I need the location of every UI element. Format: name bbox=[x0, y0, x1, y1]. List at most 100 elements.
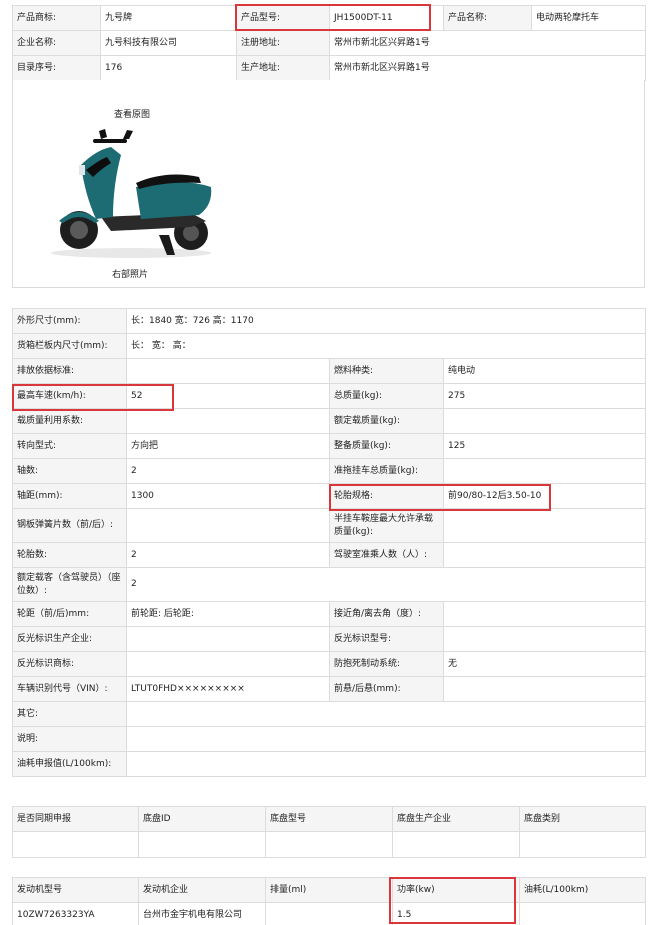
chassis-cell bbox=[519, 831, 646, 858]
chassis-cell bbox=[138, 831, 266, 858]
approach-angle-label: 接近角/离去角（度）: bbox=[329, 601, 444, 627]
dims-value: 长：1840 宽：726 高：1170 bbox=[126, 308, 646, 334]
spring-label: 钢板弹簧片数（前/后）: bbox=[12, 508, 127, 543]
reflector-model-value bbox=[443, 626, 646, 652]
engine-company-value: 台州市金宇机电有限公司 bbox=[138, 902, 266, 925]
rated-load-value bbox=[443, 408, 646, 434]
wheelbase-label: 轴距(mm): bbox=[12, 483, 127, 509]
photo-panel: 查看原图 右部照片 bbox=[12, 80, 645, 288]
company-value: 九号科技有限公司 bbox=[100, 30, 237, 56]
other-value bbox=[126, 701, 646, 727]
cargo-label: 货箱栏板内尺寸(mm): bbox=[12, 333, 127, 359]
chassis-header: 底盘生产企业 bbox=[392, 806, 520, 832]
engine-fuel-value bbox=[519, 902, 646, 925]
brand-value: 九号牌 bbox=[100, 5, 237, 31]
trailer-mass-value bbox=[443, 458, 646, 484]
prod-address-value: 常州市新北区兴昇路1号 bbox=[329, 55, 646, 81]
dims-label: 外形尺寸(mm): bbox=[12, 308, 127, 334]
chassis-header: 是否同期申报 bbox=[12, 806, 139, 832]
tire-count-value: 2 bbox=[126, 542, 330, 568]
cab-passengers-value bbox=[443, 542, 646, 568]
reflector-brand-label: 反光标识商标: bbox=[12, 651, 127, 677]
prod-address-label: 生产地址: bbox=[236, 55, 330, 81]
catalog-value: 176 bbox=[100, 55, 237, 81]
emission-value bbox=[126, 358, 330, 384]
engine-model-value: 10ZW7263323YA bbox=[12, 902, 139, 925]
tire-spec-value: 前90/80-12后3.50-10 bbox=[443, 483, 646, 509]
model-label: 产品型号: bbox=[236, 5, 330, 31]
cab-passengers-label: 驾驶室准乘人数（人）: bbox=[329, 542, 444, 568]
note-label: 说明: bbox=[12, 726, 127, 752]
chassis-cell bbox=[392, 831, 520, 858]
fuel-type-value: 纯电动 bbox=[443, 358, 646, 384]
chassis-header: 底盘ID bbox=[138, 806, 266, 832]
saddle-load-label: 半挂车鞍座最大允许承载质量(kg): bbox=[329, 508, 444, 543]
chassis-header: 底盘型号 bbox=[265, 806, 393, 832]
abs-value: 无 bbox=[443, 651, 646, 677]
load-coef-value bbox=[126, 408, 330, 434]
reg-address-label: 注册地址: bbox=[236, 30, 330, 56]
axles-label: 轴数: bbox=[12, 458, 127, 484]
total-mass-label: 总质量(kg): bbox=[329, 383, 444, 409]
trailer-mass-label: 准拖挂车总质量(kg): bbox=[329, 458, 444, 484]
product-name-label: 产品名称: bbox=[443, 5, 532, 31]
overhang-value bbox=[443, 676, 646, 702]
engine-table: 发动机型号 发动机企业 排量(ml) 功率(kw) 油耗(L/100km) 10… bbox=[12, 877, 646, 925]
max-speed-value: 52 bbox=[126, 383, 330, 409]
cargo-value: 长： 宽： 高： bbox=[126, 333, 646, 359]
track-label: 轮距（前/后)mm: bbox=[12, 601, 127, 627]
photo-caption: 右部照片 bbox=[112, 270, 149, 280]
curb-mass-value: 125 bbox=[443, 433, 646, 459]
brand-label: 产品商标: bbox=[12, 5, 101, 31]
scooter-photo[interactable] bbox=[41, 125, 221, 260]
abs-label: 防抱死制动系统: bbox=[329, 651, 444, 677]
reflector-maker-value bbox=[126, 626, 330, 652]
engine-header: 发动机企业 bbox=[138, 877, 266, 903]
total-mass-value: 275 bbox=[443, 383, 646, 409]
axles-value: 2 bbox=[126, 458, 330, 484]
rated-load-label: 额定载质量(kg): bbox=[329, 408, 444, 434]
engine-power-value: 1.5 bbox=[392, 902, 520, 925]
load-coef-label: 载质量利用系数: bbox=[12, 408, 127, 434]
engine-header: 发动机型号 bbox=[12, 877, 139, 903]
rated-seats-value: 2 bbox=[126, 567, 646, 602]
emission-label: 排放依据标准: bbox=[12, 358, 127, 384]
engine-header: 排量(ml) bbox=[265, 877, 393, 903]
engine-header: 功率(kw) bbox=[392, 877, 520, 903]
max-speed-label: 最高车速(km/h): bbox=[12, 383, 127, 409]
catalog-label: 目录序号: bbox=[12, 55, 101, 81]
tire-spec-label: 轮胎规格: bbox=[329, 483, 444, 509]
saddle-load-value bbox=[443, 508, 646, 543]
reg-address-value: 常州市新北区兴昇路1号 bbox=[329, 30, 646, 56]
steering-value: 方向把 bbox=[126, 433, 330, 459]
spec-table: 外形尺寸(mm): 长：1840 宽：726 高：1170 货箱栏板内尺寸(mm… bbox=[12, 308, 646, 777]
tire-count-label: 轮胎数: bbox=[12, 542, 127, 568]
view-original-link[interactable]: 查看原图 bbox=[112, 107, 152, 120]
product-info-table: 产品商标: 九号牌 产品型号: JH1500DT-11 产品名称: 电动两轮摩托… bbox=[12, 5, 646, 81]
note-value bbox=[126, 726, 646, 752]
chassis-cell bbox=[265, 831, 393, 858]
fuel-consumption-label: 油耗申报值(L/100km): bbox=[12, 751, 127, 777]
fuel-consumption-value bbox=[126, 751, 646, 777]
approach-angle-value bbox=[443, 601, 646, 627]
vin-value: LTUT0FHD××××××××× bbox=[126, 676, 330, 702]
reflector-maker-label: 反光标识生产企业: bbox=[12, 626, 127, 652]
chassis-table: 是否同期申报 底盘ID 底盘型号 底盘生产企业 底盘类别 bbox=[12, 806, 646, 858]
track-value: 前轮距: 后轮距: bbox=[126, 601, 330, 627]
overhang-label: 前悬/后悬(mm): bbox=[329, 676, 444, 702]
engine-displacement-value bbox=[265, 902, 393, 925]
wheelbase-value: 1300 bbox=[126, 483, 330, 509]
reflector-model-label: 反光标识型号: bbox=[329, 626, 444, 652]
curb-mass-label: 整备质量(kg): bbox=[329, 433, 444, 459]
chassis-cell bbox=[12, 831, 139, 858]
other-label: 其它: bbox=[12, 701, 127, 727]
reflector-brand-value bbox=[126, 651, 330, 677]
chassis-header: 底盘类别 bbox=[519, 806, 646, 832]
model-value: JH1500DT-11 bbox=[329, 5, 444, 31]
rated-seats-label: 额定载客（含驾驶员）（座位数）: bbox=[12, 567, 127, 602]
vin-label: 车辆识别代号（VIN）: bbox=[12, 676, 127, 702]
product-name-value: 电动两轮摩托车 bbox=[531, 5, 646, 31]
steering-label: 转向型式: bbox=[12, 433, 127, 459]
company-label: 企业名称: bbox=[12, 30, 101, 56]
engine-header: 油耗(L/100km) bbox=[519, 877, 646, 903]
